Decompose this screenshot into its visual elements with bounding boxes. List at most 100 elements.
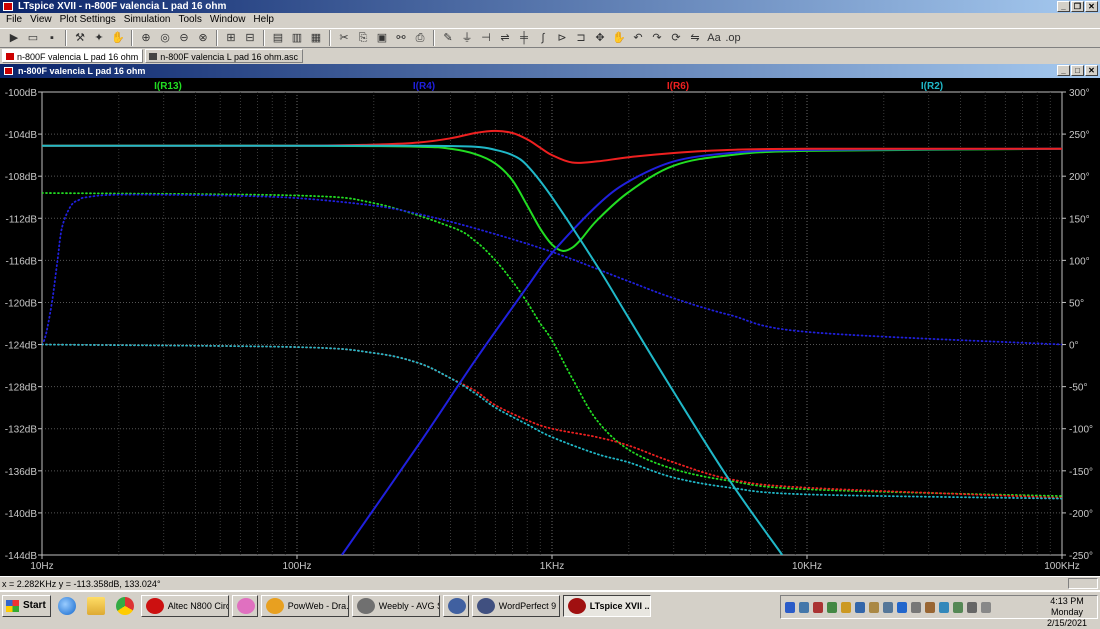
print-icon[interactable]: ⎙: [412, 30, 428, 46]
y-left-tick-label: -116dB: [5, 256, 37, 267]
waveform-plot-pane[interactable]: -100dB -104dB -108dB -112dB -116dB -120dB -124…: [0, 78, 1100, 576]
plot-window-titlebar: n-800F valencia L pad 16 ohm _ □ ✕: [0, 64, 1100, 78]
y-left-tick-label: -112dB: [5, 214, 37, 225]
y-right-tick-label: 150°: [1069, 214, 1090, 225]
zoom-fit-icon[interactable]: ⊗: [195, 30, 211, 46]
tab-schematic[interactable]: n-800F valencia L pad 16 ohm.asc: [145, 49, 304, 63]
taskbar-app-icon: [447, 597, 466, 614]
document-tabs: n-800F valencia L pad 16 ohm n-800F vale…: [0, 49, 1100, 63]
taskbar-item[interactable]: [231, 594, 258, 617]
tray-app-icon[interactable]: [911, 601, 921, 613]
y-right-tick-label: -100°: [1069, 425, 1093, 436]
mirror-icon[interactable]: ⇋: [687, 30, 703, 46]
capacitor-icon[interactable]: ╪: [516, 30, 532, 46]
tray-app-icon[interactable]: [883, 601, 893, 613]
tray-app-icon[interactable]: [855, 601, 865, 613]
tray-app-icon[interactable]: [897, 601, 907, 613]
restore-button[interactable]: ❐: [1071, 1, 1084, 12]
inductor-icon[interactable]: ∫: [535, 30, 551, 46]
taskbar-app-icon: [356, 597, 375, 614]
tab-plot[interactable]: n-800F valencia L pad 16 ohm: [2, 49, 144, 63]
menu-file[interactable]: File: [2, 13, 26, 27]
chrome-icon[interactable]: [112, 595, 138, 617]
status-box: [1068, 578, 1098, 589]
resistor-icon[interactable]: ⇌: [497, 30, 513, 46]
undo-icon[interactable]: ↶: [630, 30, 646, 46]
zoom-pan-icon[interactable]: ◎: [157, 30, 173, 46]
tile-vertical-icon[interactable]: ▥: [289, 30, 305, 46]
halt-icon[interactable]: ✋: [110, 30, 126, 46]
bluetooth-icon[interactable]: [785, 601, 795, 613]
start-button[interactable]: Start: [2, 594, 51, 617]
new-schematic-icon[interactable]: ▶: [6, 30, 22, 46]
taskbar-item[interactable]: LTspice XVII ...: [562, 594, 651, 617]
tray-app-icon[interactable]: [841, 601, 851, 613]
copy-icon[interactable]: ⎘: [355, 30, 371, 46]
y-left-tick-label: -140dB: [5, 509, 38, 520]
taskbar-item[interactable]: Altec N800 Circ...: [140, 594, 229, 617]
menu-plot-settings[interactable]: Plot Settings: [56, 13, 120, 27]
component-icon[interactable]: ⊐: [573, 30, 589, 46]
power-icon[interactable]: [981, 601, 991, 613]
find-icon[interactable]: ⚯: [393, 30, 409, 46]
move-icon[interactable]: ✥: [592, 30, 608, 46]
taskbar-item[interactable]: Weebly - AVG S...: [351, 594, 440, 617]
y-left-tick-label: -124dB: [5, 341, 38, 352]
zoom-in-icon[interactable]: ⊕: [138, 30, 154, 46]
tab-plot-label: n-800F valencia L pad 16 ohm: [17, 52, 139, 62]
internet-explorer-icon[interactable]: [54, 595, 80, 617]
toolbar-separator: [65, 30, 67, 46]
tray-app-icon[interactable]: [869, 601, 879, 613]
control-panel-icon[interactable]: ⚒: [72, 30, 88, 46]
redo-icon[interactable]: ↷: [649, 30, 665, 46]
volume-icon[interactable]: [967, 601, 977, 613]
minimize-button[interactable]: _: [1057, 1, 1070, 12]
text-icon[interactable]: Aa: [706, 30, 722, 46]
label-net-icon[interactable]: ⊣: [478, 30, 494, 46]
menu-help[interactable]: Help: [249, 13, 278, 27]
tray-app-icon[interactable]: [827, 601, 837, 613]
x-tick-label: 100Hz: [283, 561, 312, 572]
tray-app-icon[interactable]: [939, 601, 949, 613]
file-explorer-icon[interactable]: [83, 595, 109, 617]
network-icon[interactable]: [953, 601, 963, 613]
open-folder-icon[interactable]: ▭: [25, 30, 41, 46]
menu-tools[interactable]: Tools: [174, 13, 205, 27]
plot-minimize-button[interactable]: _: [1057, 65, 1070, 76]
y-right-tick-label: 50°: [1069, 298, 1084, 309]
taskbar-item[interactable]: [442, 594, 469, 617]
bode-plot[interactable]: -100dB -104dB -108dB -112dB -116dB -120dB -124…: [0, 78, 1100, 576]
app-titlebar: LTspice XVII - n-800F valencia L pad 16 …: [0, 0, 1100, 13]
drag-icon[interactable]: ✋: [611, 30, 627, 46]
menu-view[interactable]: View: [26, 13, 56, 27]
cascade-icon[interactable]: ▦: [308, 30, 324, 46]
ground-icon[interactable]: ⏚: [459, 30, 475, 46]
taskbar-app-icon: [265, 597, 284, 614]
save-icon[interactable]: ▪: [44, 30, 60, 46]
diode-icon[interactable]: ⊳: [554, 30, 570, 46]
waveform-tab-icon: [6, 53, 14, 60]
close-button[interactable]: ✕: [1085, 1, 1098, 12]
menu-window[interactable]: Window: [206, 13, 250, 27]
taskbar-item[interactable]: WordPerfect 9 ...: [471, 594, 560, 617]
menu-simulation[interactable]: Simulation: [120, 13, 175, 27]
grid-icon[interactable]: ⊟: [242, 30, 258, 46]
y-left-tick-label: -108dB: [5, 172, 38, 183]
plot-close-button[interactable]: ✕: [1085, 65, 1098, 76]
cut-icon[interactable]: ✂: [336, 30, 352, 46]
spice-directive-icon[interactable]: .op: [725, 30, 741, 46]
tile-horizontal-icon[interactable]: ▤: [270, 30, 286, 46]
plot-maximize-button[interactable]: □: [1071, 65, 1084, 76]
autorange-icon[interactable]: ⊞: [223, 30, 239, 46]
rotate-icon[interactable]: ⟳: [668, 30, 684, 46]
run-icon[interactable]: ✦: [91, 30, 107, 46]
draw-wire-icon[interactable]: ✎: [440, 30, 456, 46]
zoom-out-icon[interactable]: ⊖: [176, 30, 192, 46]
tray-app-icon[interactable]: [813, 601, 823, 613]
taskbar-item[interactable]: PowWeb - Dra...: [260, 594, 349, 617]
tray-app-icon[interactable]: [925, 601, 935, 613]
taskbar-clock[interactable]: 4:13 PM Monday 2/15/2021: [1043, 596, 1091, 629]
paste-icon[interactable]: ▣: [374, 30, 390, 46]
legend-label: I(R4): [413, 81, 435, 92]
tray-app-icon[interactable]: [799, 601, 809, 613]
